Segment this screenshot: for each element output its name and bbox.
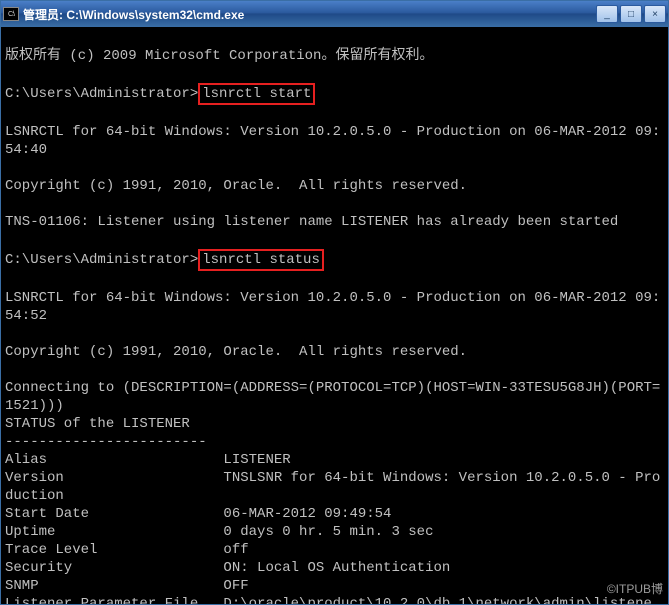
- cmd-window: C:\ 管理员: C:\Windows\system32\cmd.exe _ □…: [0, 0, 669, 605]
- prompt-1: C:\Users\Administrator>: [5, 86, 198, 102]
- console-output[interactable]: 版权所有 (c) 2009 Microsoft Corporation。保留所有…: [1, 27, 668, 604]
- minimize-button[interactable]: _: [596, 5, 618, 23]
- snmp-line: SNMP OFF: [5, 578, 249, 594]
- lsnrctl-banner-2: LSNRCTL for 64-bit Windows: Version 10.2…: [5, 290, 660, 324]
- oracle-copyright-1: Copyright (c) 1991, 2010, Oracle. All ri…: [5, 178, 467, 194]
- prompt-line-2: C:\Users\Administrator>lsnrctl status: [5, 252, 324, 268]
- alias-line: Alias LISTENER: [5, 452, 291, 468]
- tns-error: TNS-01106: Listener using listener name …: [5, 214, 618, 230]
- lsnrctl-banner-1: LSNRCTL for 64-bit Windows: Version 10.2…: [5, 124, 660, 158]
- separator: ------------------------: [5, 434, 207, 450]
- close-button[interactable]: ×: [644, 5, 666, 23]
- uptime-line: Uptime 0 days 0 hr. 5 min. 3 sec: [5, 524, 433, 540]
- highlight-cmd-2: lsnrctl status: [198, 249, 324, 271]
- security-line: Security ON: Local OS Authentication: [5, 560, 450, 576]
- param-file-line: Listener Parameter File D:\oracle\produc…: [5, 596, 652, 604]
- highlight-cmd-1: lsnrctl start: [198, 83, 315, 105]
- prompt-line-1: C:\Users\Administrator>lsnrctl start: [5, 86, 315, 102]
- window-controls: _ □ ×: [596, 5, 666, 23]
- maximize-button[interactable]: □: [620, 5, 642, 23]
- trace-level-line: Trace Level off: [5, 542, 249, 558]
- connecting-line: Connecting to (DESCRIPTION=(ADDRESS=(PRO…: [5, 380, 660, 414]
- version-line: Version TNSLSNR for 64-bit Windows: Vers…: [5, 470, 660, 504]
- copyright-line: 版权所有 (c) 2009 Microsoft Corporation。保留所有…: [5, 48, 433, 64]
- status-header: STATUS of the LISTENER: [5, 416, 190, 432]
- start-date-line: Start Date 06-MAR-2012 09:49:54: [5, 506, 391, 522]
- prompt-2: C:\Users\Administrator>: [5, 252, 198, 268]
- titlebar[interactable]: C:\ 管理员: C:\Windows\system32\cmd.exe _ □…: [1, 1, 668, 27]
- cmd-icon: C:\: [3, 7, 19, 21]
- window-title: 管理员: C:\Windows\system32\cmd.exe: [23, 6, 596, 23]
- oracle-copyright-2: Copyright (c) 1991, 2010, Oracle. All ri…: [5, 344, 467, 360]
